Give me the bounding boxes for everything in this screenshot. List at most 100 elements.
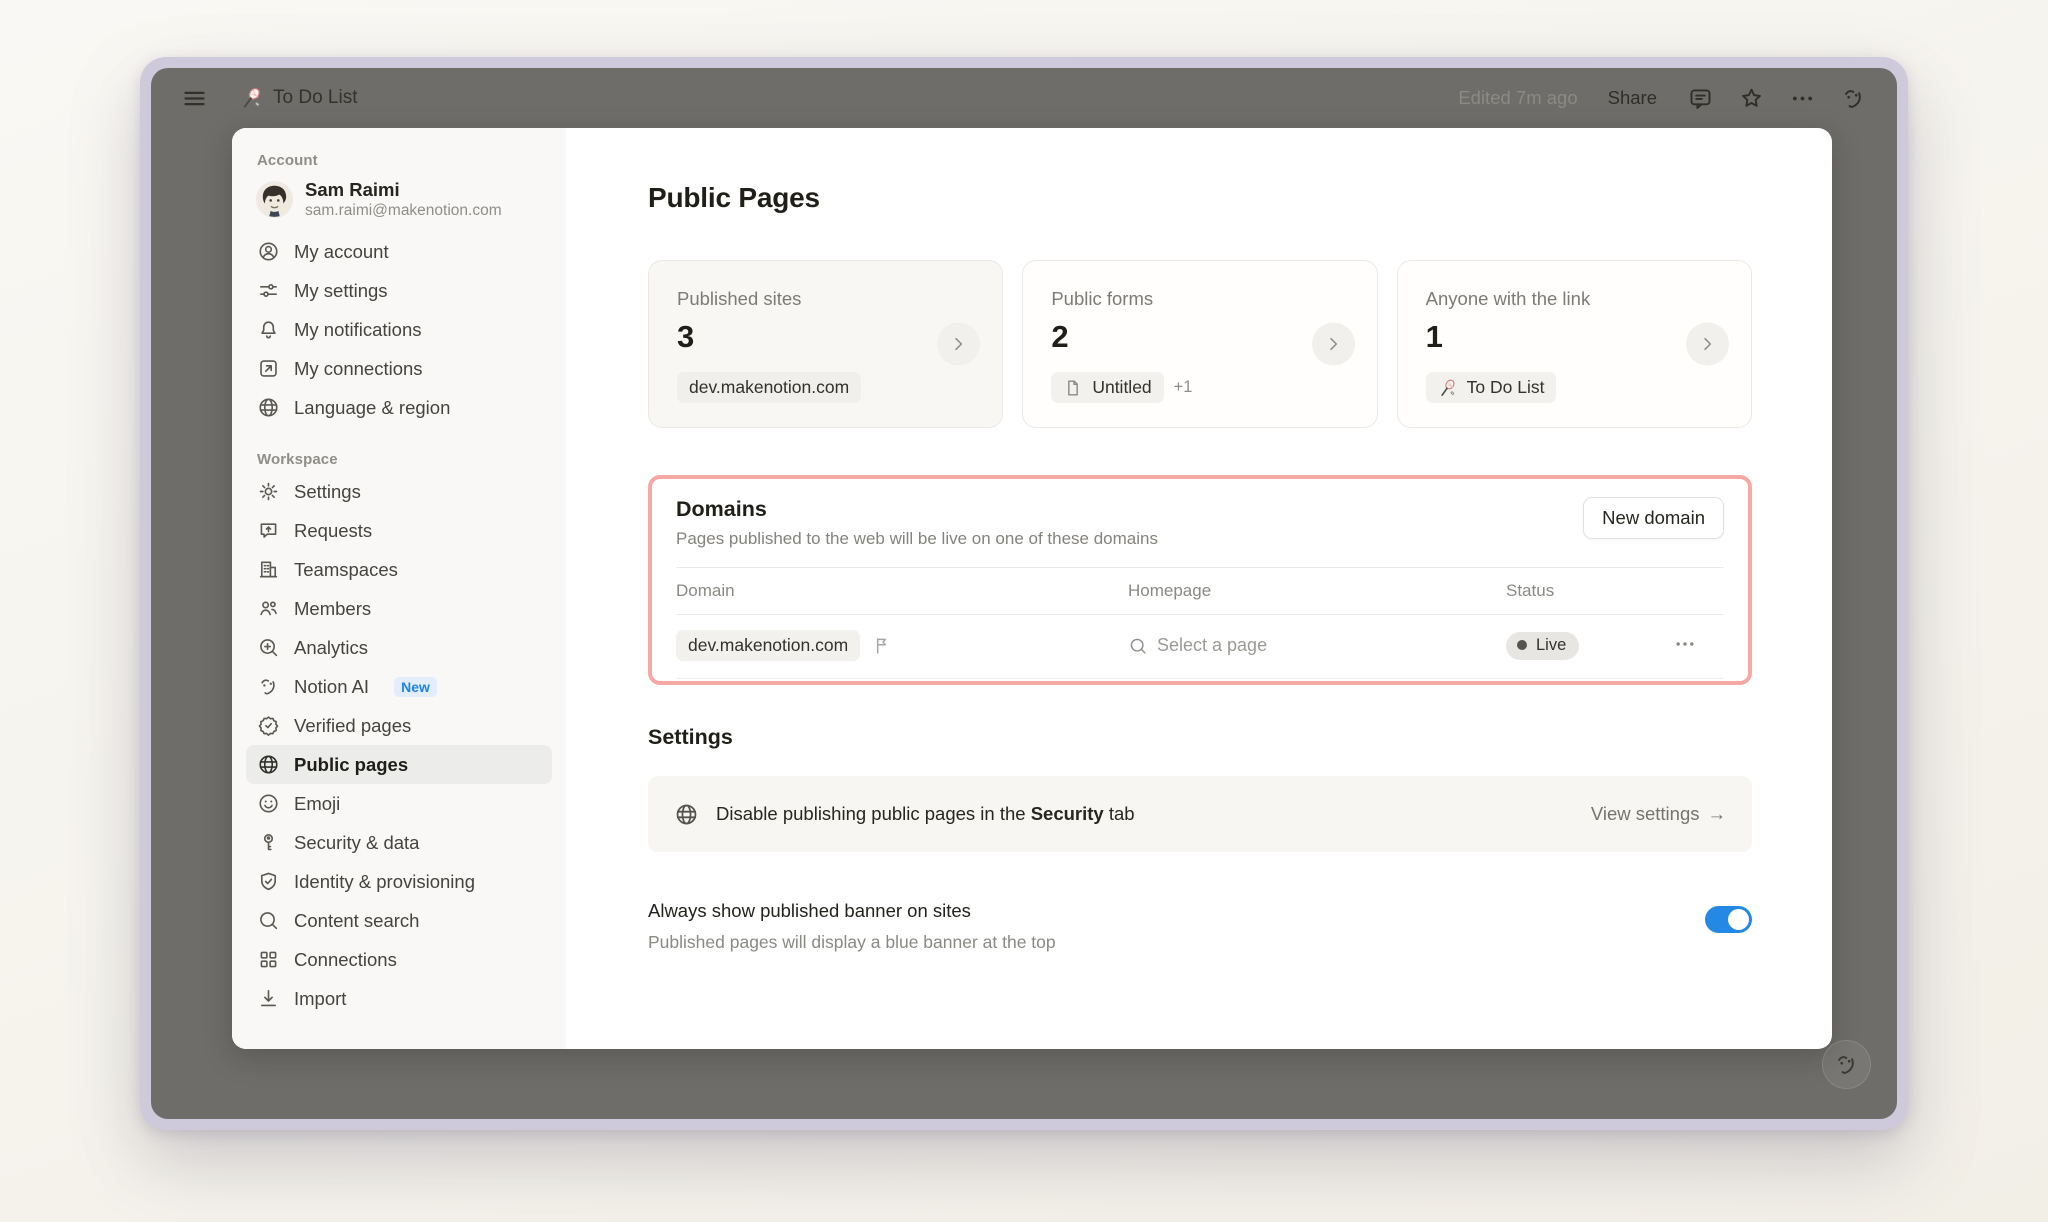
card-label: Published sites [677, 288, 974, 310]
sidebar-item-label: My account [294, 241, 389, 263]
app-window: To Do List Edited 7m ago Share Account S… [140, 57, 1908, 1130]
card-extra-count: +1 [1174, 378, 1193, 397]
sidebar-item-notion-ai[interactable]: Notion AI New [246, 667, 552, 706]
toggle-subtitle: Published pages will display a blue bann… [648, 932, 1056, 953]
domain-pill[interactable]: dev.makenotion.com [676, 630, 860, 661]
sidebar-item-label: My notifications [294, 319, 422, 341]
sidebar-item-content-search[interactable]: Content search [246, 901, 552, 940]
sidebar-item-my-account[interactable]: My account [246, 232, 552, 271]
racket-icon [1438, 378, 1458, 398]
comments-icon[interactable] [1687, 85, 1714, 112]
sidebar-item-label: Requests [294, 520, 372, 542]
chevron-right-icon [1699, 336, 1716, 353]
card-pill[interactable]: dev.makenotion.com [677, 372, 861, 403]
sidebar-item-connections[interactable]: Connections [246, 940, 552, 979]
chevron-right-icon [1325, 336, 1342, 353]
card-pill-text: To Do List [1467, 377, 1545, 398]
summary-cards: Published sites3dev.makenotion.com Public… [648, 260, 1752, 428]
new-badge: New [394, 677, 437, 697]
status-text: Live [1536, 636, 1566, 655]
status-dot [1517, 640, 1527, 650]
account-user[interactable]: Sam Raimi sam.raimi@makenotion.com [246, 169, 552, 228]
notion-ai-fab[interactable] [1822, 1040, 1871, 1089]
panel-title: Public Pages [648, 182, 1752, 214]
sidebar-item-public-pages[interactable]: Public pages [246, 745, 552, 784]
gear-icon [257, 480, 280, 503]
user-email: sam.raimi@makenotion.com [305, 201, 502, 221]
sidebar-item-label: My connections [294, 358, 423, 380]
card-pill[interactable]: To Do List [1426, 372, 1557, 403]
sidebar-item-settings[interactable]: Settings [246, 472, 552, 511]
security-banner: Disable publishing public pages in the S… [648, 776, 1752, 852]
card-pill-text: dev.makenotion.com [689, 377, 849, 398]
arrow-out-icon [257, 357, 280, 380]
sidebar-item-members[interactable]: Members [246, 589, 552, 628]
toggle-labels: Always show published banner on sites Pu… [648, 900, 1056, 953]
card-open-button[interactable] [1312, 323, 1355, 366]
view-settings-link[interactable]: View settings→ [1591, 803, 1726, 825]
select-homepage-button[interactable]: Select a page [1128, 635, 1267, 656]
more-options-icon [1673, 632, 1697, 656]
column-homepage: Homepage [1128, 581, 1506, 601]
globe-icon [674, 802, 699, 827]
card-public-forms[interactable]: Public forms2Untitled+1 [1022, 260, 1377, 428]
domains-section-highlighted: Domains Pages published to the web will … [648, 475, 1752, 685]
card-label: Public forms [1051, 288, 1348, 310]
card-published-sites[interactable]: Published sites3dev.makenotion.com [648, 260, 1003, 428]
card-count: 1 [1426, 319, 1723, 355]
sidebar-item-label: Notion AI [294, 676, 369, 698]
building-icon [257, 558, 280, 581]
workspace-item-list: Settings Requests TeamspacesMembersAnalyti… [246, 472, 552, 1018]
card-pill[interactable]: Untitled [1051, 372, 1163, 403]
banner-toggle-row: Always show published banner on sites Pu… [648, 900, 1752, 953]
search-icon [257, 909, 280, 932]
domain-row-more-button[interactable] [1668, 630, 1702, 660]
chevron-right-icon [950, 336, 967, 353]
arrow-right-icon: → [1708, 803, 1727, 825]
domains-title: Domains [676, 497, 1158, 522]
published-banner-toggle[interactable] [1705, 906, 1752, 933]
breadcrumb[interactable]: To Do List [240, 86, 357, 110]
sidebar-item-label: Public pages [294, 754, 408, 776]
settings-sidebar: Account Sam Raimi sam.raimi@makenotion.c… [232, 128, 566, 1049]
more-options-icon[interactable] [1789, 85, 1816, 112]
share-button[interactable]: Share [1608, 87, 1657, 109]
verified-icon [257, 714, 280, 737]
sidebar-item-import[interactable]: Import [246, 979, 552, 1018]
star-icon[interactable] [1738, 85, 1765, 112]
sidebar-item-label: Emoji [294, 793, 340, 815]
card-pill-row: To Do List [1426, 372, 1723, 403]
shield-check-icon [257, 870, 280, 893]
column-domain: Domain [676, 581, 1128, 601]
sidebar-item-security-data[interactable]: Security & data [246, 823, 552, 862]
card-open-button[interactable] [1686, 323, 1729, 366]
settings-heading: Settings [648, 725, 1752, 750]
notion-ai-icon [1833, 1051, 1860, 1078]
sidebar-item-teamspaces[interactable]: Teamspaces [246, 550, 552, 589]
sidebar-item-identity-provisioning[interactable]: Identity & provisioning [246, 862, 552, 901]
badminton-racket-icon [240, 86, 264, 110]
sidebar-item-analytics[interactable]: Analytics [246, 628, 552, 667]
smiley-icon [257, 792, 280, 815]
globe-icon [257, 396, 280, 419]
import-icon [257, 987, 280, 1010]
sidebar-item-my-notifications[interactable]: My notifications [246, 310, 552, 349]
notion-ai-icon[interactable] [1840, 85, 1867, 112]
request-icon [257, 519, 280, 542]
sidebar-item-language-region[interactable]: Language & region [246, 388, 552, 427]
sidebar-item-requests[interactable]: Requests [246, 511, 552, 550]
domain-row: dev.makenotion.com Select a page Live [676, 615, 1724, 679]
card-open-button[interactable] [937, 323, 980, 366]
sidebar-item-my-settings[interactable]: My settings [246, 271, 552, 310]
sidebar-item-verified-pages[interactable]: Verified pages [246, 706, 552, 745]
sidebar-item-my-connections[interactable]: My connections [246, 349, 552, 388]
edited-timestamp: Edited 7m ago [1458, 87, 1577, 109]
sidebar-item-label: Connections [294, 949, 397, 971]
sidebar-item-emoji[interactable]: Emoji [246, 784, 552, 823]
workspace-section-label: Workspace [246, 451, 552, 468]
flag-icon[interactable] [872, 635, 893, 656]
user-circle-icon [257, 240, 280, 263]
new-domain-button[interactable]: New domain [1583, 497, 1724, 539]
menu-icon[interactable] [181, 85, 208, 112]
card-anyone-with-the-link[interactable]: Anyone with the link1To Do List [1397, 260, 1752, 428]
